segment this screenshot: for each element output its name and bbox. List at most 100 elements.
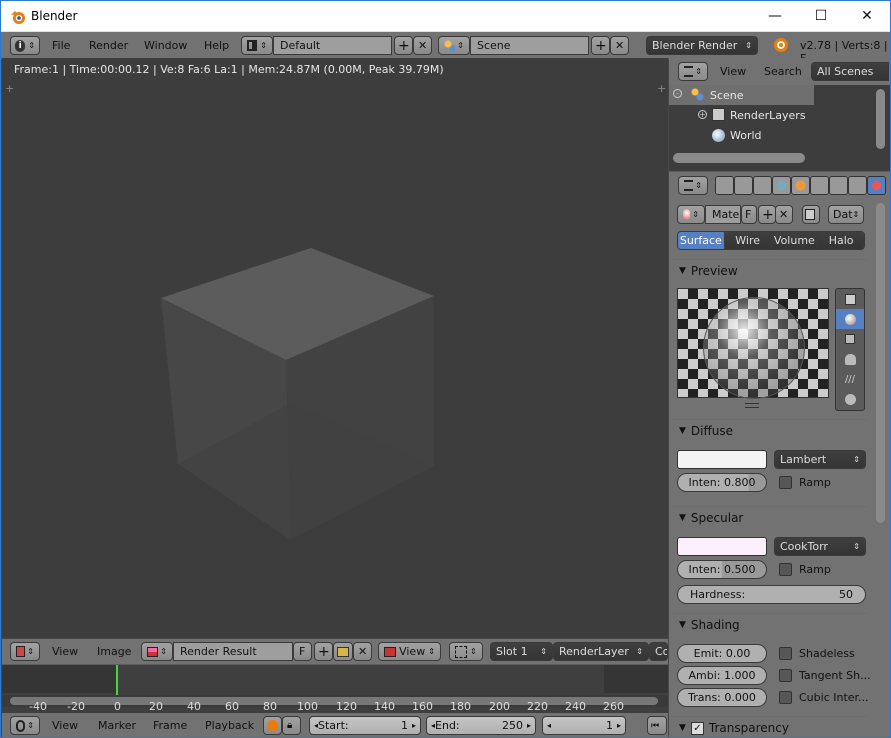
timeline-menu-view[interactable]: View (52, 719, 78, 732)
new-material-button[interactable]: + (758, 205, 776, 224)
scene-tab-icon[interactable] (753, 176, 772, 195)
outliner-tree[interactable]: - Scene + RenderLayers World (669, 85, 890, 171)
timeline-area[interactable]: -40 -20 0 20 40 60 80 100 120 140 160 18… (2, 665, 668, 715)
image-name-field[interactable]: Render Result (173, 642, 293, 661)
specular-ramp-checkbox[interactable] (779, 563, 792, 576)
add-scene-button[interactable]: + (591, 36, 610, 55)
preview-sky-button[interactable] (836, 389, 864, 409)
outliner-item-renderlayers[interactable]: RenderLayers (730, 109, 806, 122)
outliner-item-scene[interactable]: Scene (710, 89, 744, 102)
timeline-menu-marker[interactable]: Marker (98, 719, 136, 732)
diffuse-color-swatch[interactable] (677, 450, 767, 469)
menu-file[interactable]: File (52, 39, 70, 52)
diffuse-shader-dropdown[interactable]: Lambert ⇕ (774, 450, 866, 469)
editor-type-info-button[interactable]: i ⇕ (10, 36, 40, 55)
properties-scrollbar[interactable] (876, 203, 885, 523)
hardness-field[interactable]: Hardness: 50 (677, 585, 866, 604)
current-frame-marker[interactable] (116, 665, 118, 695)
shading-panel-header[interactable]: ▼ Shading (673, 613, 866, 636)
editor-type-properties-button[interactable]: ⇕ (678, 176, 708, 195)
world-tab-icon[interactable] (772, 176, 791, 195)
outliner-vscrollbar[interactable] (876, 89, 885, 149)
pivot-dropdown[interactable]: ⇕ (449, 642, 483, 661)
screen-layout-field[interactable]: Default (273, 36, 392, 55)
tab-surface[interactable]: Surface (678, 232, 725, 249)
unlink-image-button[interactable]: ✕ (353, 642, 372, 661)
view-mode-dropdown[interactable]: View ⇕ (378, 642, 441, 661)
menu-render[interactable]: Render (89, 39, 128, 52)
preview-cube-button[interactable] (836, 329, 864, 349)
specular-intensity-slider[interactable]: Inten: 0.500 (677, 560, 767, 579)
outliner-item-world[interactable]: World (730, 129, 762, 142)
slot-dropdown[interactable]: Slot 1 ⇕ (490, 642, 553, 661)
screen-layout-button[interactable]: ⇕ (241, 36, 273, 55)
tangent-shading-checkbox[interactable] (779, 669, 792, 682)
material-name-field[interactable]: Mate (705, 205, 741, 224)
render-tab-icon[interactable] (715, 176, 734, 195)
start-frame-field[interactable]: ◂ Start: 1 ▸ (309, 716, 421, 735)
preview-monkey-button[interactable] (836, 349, 864, 369)
preview-hair-button[interactable]: /// (836, 369, 864, 389)
end-frame-field[interactable]: ◂ End: 250 ▸ (426, 716, 536, 735)
lock-button[interactable]: 🔒︎ (282, 716, 301, 735)
outliner-display-mode[interactable]: All Scenes (811, 62, 889, 81)
jump-start-button[interactable]: ⏮ (647, 716, 667, 735)
editor-type-outliner-button[interactable]: ⇕ (678, 62, 708, 81)
tab-halo[interactable]: Halo (818, 232, 864, 249)
render-engine-dropdown[interactable]: Blender Render ⇕ (646, 36, 758, 55)
material-browse-button[interactable]: ⇕ (677, 205, 705, 224)
image-menu-view[interactable]: View (52, 645, 78, 658)
timeline-menu-frame[interactable]: Frame (153, 719, 187, 732)
specular-color-swatch[interactable] (677, 537, 767, 556)
modifiers-tab-icon[interactable] (829, 176, 848, 195)
render-layers-tab-icon[interactable] (734, 176, 753, 195)
tab-wire[interactable]: Wire (724, 232, 772, 249)
scene-field[interactable]: Scene (470, 36, 589, 55)
add-layout-button[interactable]: + (394, 36, 413, 55)
remove-scene-button[interactable]: ✕ (610, 36, 629, 55)
outliner-hscrollbar[interactable] (673, 153, 805, 163)
image-browse-button[interactable]: ⇕ (141, 642, 173, 661)
cube-object[interactable] (2, 58, 668, 638)
material-data-dropdown[interactable]: Dat ⇕ (828, 205, 864, 224)
preview-range-button[interactable] (263, 716, 282, 735)
diffuse-intensity-slider[interactable]: Inten: 0.800 (677, 473, 767, 492)
outliner-menu-view[interactable]: View (720, 65, 746, 78)
pass-dropdown[interactable]: Co (649, 642, 668, 661)
specular-panel-header[interactable]: ▼ Specular (673, 506, 866, 529)
diffuse-panel-header[interactable]: ▼ Diffuse (673, 419, 866, 442)
scene-selector-button[interactable]: ⇕ (438, 36, 470, 55)
constraints-tab-icon[interactable] (810, 176, 829, 195)
specular-shader-dropdown[interactable]: CookTorr ⇕ (774, 537, 866, 556)
preview-flat-button[interactable] (836, 289, 864, 309)
material-tab-icon[interactable] (867, 176, 886, 195)
3d-viewport[interactable]: Frame:1 | Time:00:00.12 | Ve:8 Fa:6 La:1… (2, 58, 668, 638)
outliner-menu-search[interactable]: Search (764, 65, 802, 78)
remove-layout-button[interactable]: ✕ (413, 36, 432, 55)
shadeless-checkbox[interactable] (779, 647, 792, 660)
menu-window[interactable]: Window (144, 39, 187, 52)
preview-resize-handle[interactable] (745, 403, 759, 408)
menu-help[interactable]: Help (204, 39, 229, 52)
timeline-menu-playback[interactable]: Playback (205, 719, 254, 732)
preview-sphere-button[interactable] (836, 309, 864, 329)
unlink-material-button[interactable]: ✕ (775, 205, 793, 224)
transparency-panel-header[interactable]: ▼ ✓ Transparency (673, 716, 866, 737)
tab-volume[interactable]: Volume (771, 232, 819, 249)
transparency-checkbox[interactable]: ✓ (690, 721, 704, 735)
cubic-interpolation-checkbox[interactable] (779, 691, 792, 704)
material-fake-user-button[interactable]: F (741, 205, 757, 224)
maximize-button[interactable]: ☐ (798, 1, 844, 31)
editor-type-timeline-button[interactable]: ⇕ (10, 716, 40, 735)
preview-panel-header[interactable]: ▼ Preview (673, 259, 866, 282)
diffuse-ramp-checkbox[interactable] (779, 476, 792, 489)
editor-type-image-button[interactable]: ⇕ (10, 642, 40, 661)
ambient-field[interactable]: Ambi: 1.000 (677, 666, 767, 685)
copy-material-button[interactable] (802, 205, 820, 224)
object-tab-icon[interactable] (791, 176, 810, 195)
close-button[interactable]: ✕ (844, 1, 890, 31)
open-image-button[interactable] (333, 642, 353, 661)
current-frame-field[interactable]: ◂ 1 ▸ (542, 716, 626, 735)
emit-field[interactable]: Emit: 0.00 (677, 644, 767, 663)
translucency-field[interactable]: Trans: 0.000 (677, 688, 767, 707)
